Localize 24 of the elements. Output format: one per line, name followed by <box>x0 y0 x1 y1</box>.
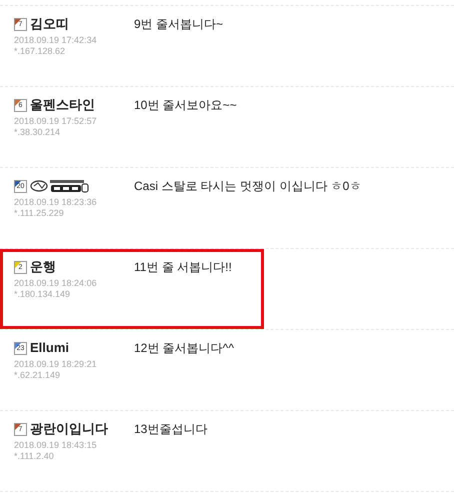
comment-date: 2018.09.19 18:43:15 <box>14 440 98 451</box>
comment-date: 2018.09.19 17:42:34 <box>14 35 98 46</box>
author-name[interactable]: 광란이입니다 <box>30 419 108 439</box>
comment-date: 2018.09.19 18:23:36 <box>14 197 98 208</box>
comment-text: 9번 줄서봅니다~ <box>134 16 224 33</box>
comment-date: 2018.09.19 18:24:06 <box>14 278 98 289</box>
author-name[interactable]: 울펜스타인 <box>30 95 95 115</box>
comment-text: 10번 줄서보아요~~ <box>134 97 237 114</box>
author-name[interactable]: Ellumi <box>30 338 70 358</box>
nickname-image <box>30 179 90 193</box>
ip-address: *.62.21.149 <box>14 370 62 381</box>
comment-text: 11번 줄 서봅니다!! <box>134 259 232 276</box>
comment-text: 12번 줄서봅니다^^ <box>134 340 234 357</box>
ip-address: *.38.30.214 <box>14 127 62 138</box>
comment-text: Casi 스탈로 타시는 멋쟁이 이십니다 ㅎ0ㅎ <box>134 178 362 195</box>
comment-date: 2018.09.19 18:29:21 <box>14 359 98 370</box>
author-name[interactable]: 김오띠 <box>30 14 69 34</box>
ip-address: *.180.134.149 <box>14 289 72 300</box>
comment-text: 13번줄섭니다 <box>134 421 208 438</box>
author-name[interactable]: 운행 <box>30 257 56 277</box>
ip-address: *.111.2.40 <box>14 451 55 462</box>
comment-date: 2018.09.19 17:52:57 <box>14 116 98 127</box>
ip-address: *.111.25.229 <box>14 208 65 219</box>
ip-address: *.167.128.62 <box>14 46 66 57</box>
